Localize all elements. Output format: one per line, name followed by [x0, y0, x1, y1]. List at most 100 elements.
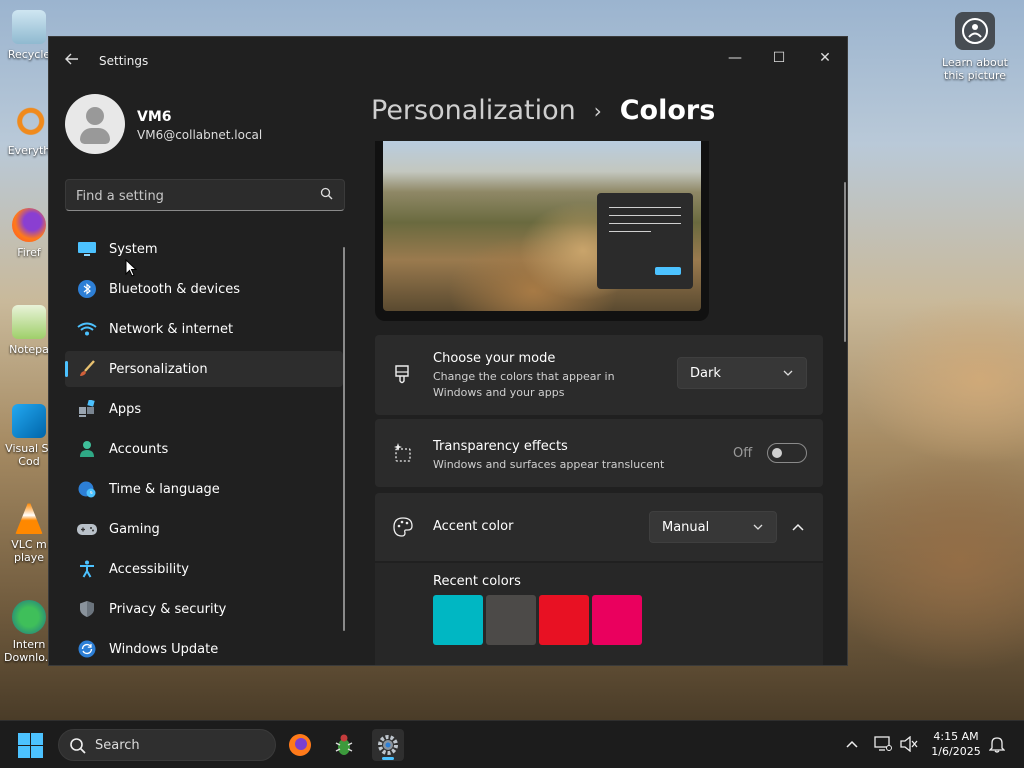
- volume-muted-icon[interactable]: [900, 736, 918, 752]
- title-bar[interactable]: Settings — ☐ ✕: [49, 37, 847, 85]
- notepad-icon: [12, 305, 46, 339]
- sidebar-item-privacy[interactable]: Privacy & security: [65, 591, 343, 627]
- taskbar-search[interactable]: Search: [58, 729, 276, 761]
- notification-bell-icon[interactable]: [989, 735, 1005, 753]
- recycle-bin-icon: [12, 10, 46, 44]
- settings-search[interactable]: [65, 179, 345, 211]
- sidebar-item-label: Accounts: [109, 441, 169, 457]
- gear-icon: [378, 735, 398, 755]
- mode-card: Choose your mode Change the colors that …: [375, 335, 823, 415]
- taskbar-firefox[interactable]: [284, 729, 316, 761]
- chevron-up-icon[interactable]: [845, 739, 859, 749]
- accent-dropdown[interactable]: Manual: [649, 511, 777, 543]
- desktop-icon-label: Recycle: [7, 48, 51, 61]
- sidebar-item-accessibility[interactable]: Accessibility: [65, 551, 343, 587]
- taskbar-app-bug[interactable]: [328, 729, 360, 761]
- update-icon: [77, 639, 97, 659]
- recent-color-swatch-1[interactable]: [433, 595, 483, 645]
- taskbar-clock[interactable]: 4:15 AM 1/6/2025: [922, 729, 990, 759]
- sidebar-item-network[interactable]: Network & internet: [65, 311, 343, 347]
- learn-about-picture[interactable]: Learn about this picture: [938, 12, 1012, 82]
- vlc-cone-icon: [15, 500, 43, 534]
- desktop-icon-recycle-bin[interactable]: Recycle: [4, 10, 54, 61]
- sidebar-scrollbar[interactable]: [343, 247, 345, 631]
- brush-icon: [77, 359, 97, 379]
- mouse-cursor-icon: [125, 259, 137, 277]
- content-scrollbar[interactable]: [844, 182, 846, 342]
- chevron-up-icon[interactable]: [791, 521, 805, 533]
- transparency-title: Transparency effects: [433, 439, 568, 454]
- window-title: Settings: [99, 54, 149, 68]
- sidebar-item-windows-update[interactable]: Windows Update: [65, 631, 343, 665]
- preview-line: [609, 231, 651, 232]
- vscode-icon: [12, 404, 46, 438]
- palette-icon: [393, 517, 413, 537]
- mode-subtitle-line1: Change the colors that appear in: [433, 370, 615, 383]
- sidebar-item-bluetooth[interactable]: Bluetooth & devices: [65, 271, 343, 307]
- close-button[interactable]: ✕: [803, 43, 847, 73]
- settings-window: Settings — ☐ ✕ VM6 VM6@collabnet.local S…: [48, 36, 848, 666]
- desktop-icon-vscode[interactable]: Visual St Cod: [4, 404, 54, 468]
- mode-subtitle-line2: Windows and your apps: [433, 386, 565, 399]
- chevron-down-icon: [783, 370, 793, 376]
- page-title: Colors: [619, 95, 716, 126]
- learn-about-picture-icon: [955, 12, 995, 50]
- sidebar-item-time-language[interactable]: Time & language: [65, 471, 343, 507]
- learn-about-picture-label: Learn about this picture: [942, 56, 1008, 82]
- transparency-toggle[interactable]: [767, 443, 807, 463]
- person-icon: [77, 439, 97, 459]
- preview-line: [609, 223, 681, 224]
- back-button[interactable]: [61, 51, 83, 71]
- clock-date: 1/6/2025: [931, 745, 981, 758]
- windows-logo-tile: [18, 746, 30, 758]
- desktop-icon-everything[interactable]: Everyth: [4, 106, 54, 157]
- taskbar-settings[interactable]: [372, 729, 404, 761]
- mode-dropdown-value: Dark: [690, 365, 721, 381]
- taskbar: Search 4:15 AM 1/6/2025: [0, 720, 1024, 768]
- firefox-icon: [12, 208, 46, 242]
- start-button[interactable]: [18, 733, 44, 759]
- avatar-head: [86, 107, 104, 125]
- clock-time: 4:15 AM: [933, 730, 979, 743]
- desktop-icon-label: VLC m playe: [11, 538, 47, 564]
- recent-color-swatch-4[interactable]: [592, 595, 642, 645]
- desktop-icon-notepad[interactable]: Notepa: [4, 305, 54, 356]
- desktop-icon-label: Firef: [17, 246, 41, 259]
- search-input[interactable]: [76, 186, 306, 206]
- desktop-icon-vlc[interactable]: VLC m playe: [4, 500, 54, 564]
- accent-dropdown-value: Manual: [662, 519, 710, 535]
- search-icon: [70, 738, 86, 754]
- preview-line: [609, 215, 681, 216]
- minimize-button[interactable]: —: [713, 43, 757, 73]
- mode-title: Choose your mode: [433, 351, 556, 366]
- sidebar-item-apps[interactable]: Apps: [65, 391, 343, 427]
- preview-accent-button: [655, 267, 681, 275]
- toggle-knob: [772, 448, 782, 458]
- recent-color-swatch-2[interactable]: [486, 595, 536, 645]
- avatar[interactable]: [65, 94, 125, 154]
- transparency-card: Transparency effects Windows and surface…: [375, 419, 823, 487]
- breadcrumb-parent[interactable]: Personalization: [371, 95, 576, 126]
- recent-color-swatch-3[interactable]: [539, 595, 589, 645]
- mode-dropdown[interactable]: Dark: [677, 357, 807, 389]
- search-magnifier-icon: [12, 106, 46, 140]
- firefox-icon: [289, 734, 311, 756]
- breadcrumb: Personalization › Colors: [371, 95, 715, 126]
- maximize-button[interactable]: ☐: [757, 43, 801, 73]
- wifi-icon: [77, 319, 97, 339]
- breadcrumb-separator: ›: [593, 98, 602, 123]
- desktop-icon-idm[interactable]: Intern Downlo...: [4, 600, 55, 664]
- theme-preview: [375, 141, 709, 321]
- desktop-icon-firefox[interactable]: Firef: [4, 208, 54, 259]
- arrow-left-icon: [65, 53, 78, 65]
- sidebar-item-personalization[interactable]: Personalization: [65, 351, 343, 387]
- paint-bucket-icon: [395, 365, 409, 384]
- recent-colors-label: Recent colors: [433, 574, 521, 589]
- download-manager-icon: [12, 600, 46, 634]
- sidebar-item-gaming[interactable]: Gaming: [65, 511, 343, 547]
- sidebar-item-system[interactable]: System: [65, 231, 343, 267]
- network-monitor-icon[interactable]: [874, 736, 892, 752]
- shield-icon: [77, 599, 97, 619]
- windows-logo-tile: [18, 733, 30, 745]
- sidebar-item-accounts[interactable]: Accounts: [65, 431, 343, 467]
